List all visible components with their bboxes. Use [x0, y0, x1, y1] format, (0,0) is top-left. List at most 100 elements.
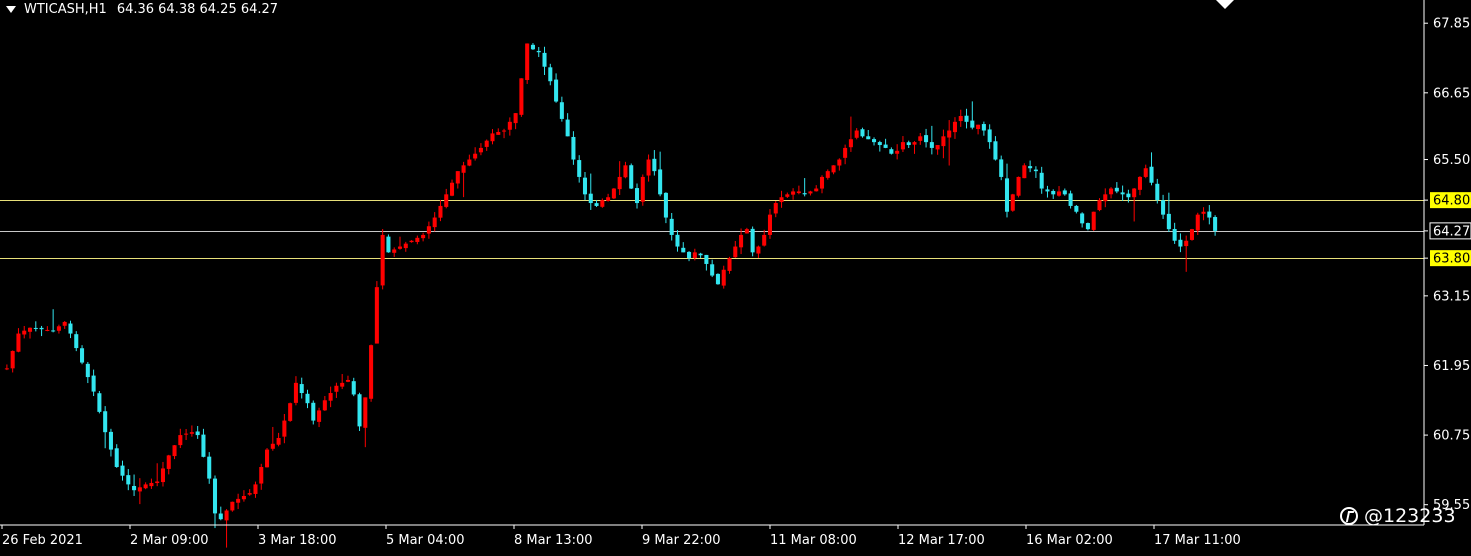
- candle: [1201, 207, 1206, 221]
- candle-body: [594, 203, 599, 206]
- candle-body: [351, 381, 356, 395]
- candle-body: [496, 131, 501, 135]
- candle: [796, 185, 801, 195]
- candle: [507, 117, 512, 136]
- candle: [559, 96, 564, 122]
- candle: [478, 143, 483, 156]
- candle: [357, 392, 362, 431]
- candle-body: [791, 191, 796, 195]
- candle-body: [889, 149, 894, 154]
- price-axis-labels: 67.85 66.65 65.50 64.80 64.27 63.80 63.15 61.95…: [1424, 17, 1471, 513]
- candle: [819, 175, 825, 194]
- candle: [536, 47, 541, 58]
- candle-body: [143, 484, 148, 489]
- candle: [1143, 164, 1148, 179]
- watermark-text: @123233: [1364, 505, 1456, 527]
- candle: [1155, 178, 1160, 204]
- time-tick-label: 12 Mar 17:00: [898, 533, 985, 548]
- candle-body: [230, 501, 235, 511]
- candlestick-chart[interactable]: 67.85 66.65 65.50 64.80 64.27 63.80 63.15 61.95…: [0, 0, 1471, 552]
- candle-body: [687, 251, 692, 259]
- candle-body: [178, 435, 183, 446]
- candle: [577, 155, 582, 183]
- candle-body: [1062, 190, 1067, 195]
- candle-body: [565, 119, 570, 137]
- candle-body: [80, 348, 85, 363]
- candle-body: [1022, 165, 1027, 179]
- candle-body: [1155, 183, 1160, 201]
- candle-body: [1028, 166, 1033, 169]
- candle: [265, 448, 270, 468]
- candle: [444, 188, 449, 209]
- candle: [16, 328, 21, 353]
- candle-body: [311, 402, 316, 421]
- candle-body: [132, 486, 137, 491]
- candle-body: [1166, 213, 1171, 230]
- candle: [490, 129, 495, 145]
- candle-body: [160, 468, 165, 483]
- candle-body: [831, 165, 836, 173]
- candle-body: [779, 197, 784, 203]
- candle: [1103, 188, 1108, 208]
- candle: [687, 251, 692, 262]
- candle: [1120, 185, 1125, 201]
- candle: [270, 426, 275, 451]
- chart-area[interactable]: 67.85 66.65 65.50 64.80 64.27 63.80 63.15 61.95…: [0, 0, 1471, 552]
- candle-body: [397, 246, 403, 249]
- candle: [513, 113, 518, 130]
- candle: [721, 265, 726, 289]
- candle-body: [22, 330, 27, 335]
- candle: [247, 489, 252, 496]
- candle-body: [947, 130, 952, 138]
- candle-body: [808, 191, 813, 194]
- candle: [126, 469, 131, 491]
- price-tick-label: 64.27: [1433, 224, 1470, 239]
- candle-body: [1004, 178, 1010, 212]
- candle: [484, 139, 489, 151]
- candle: [652, 150, 657, 176]
- candle-body: [848, 139, 853, 148]
- candle: [311, 400, 316, 425]
- candle-body: [1143, 168, 1148, 177]
- candle: [993, 136, 998, 161]
- candle-body: [444, 194, 449, 207]
- candle-body: [1074, 205, 1079, 212]
- candle-body: [958, 116, 963, 122]
- candle: [530, 43, 535, 50]
- candle-body: [357, 394, 362, 427]
- candle: [669, 212, 674, 241]
- candle-body: [184, 433, 189, 435]
- candle-body: [1097, 200, 1102, 211]
- candle: [340, 374, 345, 390]
- symbol-label: WTICASH,H1: [24, 2, 107, 17]
- candle-body: [172, 445, 177, 457]
- time-tick-label: 3 Mar 18:00: [258, 533, 337, 548]
- candle: [259, 463, 264, 490]
- candle: [293, 376, 298, 406]
- candle: [201, 428, 206, 458]
- candle-body: [10, 350, 15, 369]
- candle: [212, 475, 218, 529]
- candle-body: [51, 330, 56, 332]
- dropdown-triangle-icon[interactable]: [6, 6, 16, 13]
- candle: [178, 428, 183, 449]
- candle-body: [224, 510, 229, 521]
- candle-body: [548, 67, 553, 82]
- candle: [334, 382, 339, 398]
- candle-body: [571, 136, 576, 160]
- candle-body: [721, 269, 726, 286]
- candle: [160, 461, 165, 487]
- candle-body: [149, 482, 154, 487]
- candle: [658, 151, 663, 197]
- candle-body: [554, 79, 559, 102]
- candle: [91, 369, 96, 397]
- candle-body: [675, 234, 680, 247]
- candle-body: [369, 345, 374, 399]
- candle: [461, 161, 466, 198]
- candle-body: [900, 142, 905, 150]
- weibo-logo-icon: [1340, 507, 1358, 525]
- scroll-marker-icon[interactable]: [1216, 0, 1234, 9]
- candle: [883, 138, 888, 149]
- candle-body: [85, 363, 90, 378]
- candle: [843, 144, 848, 165]
